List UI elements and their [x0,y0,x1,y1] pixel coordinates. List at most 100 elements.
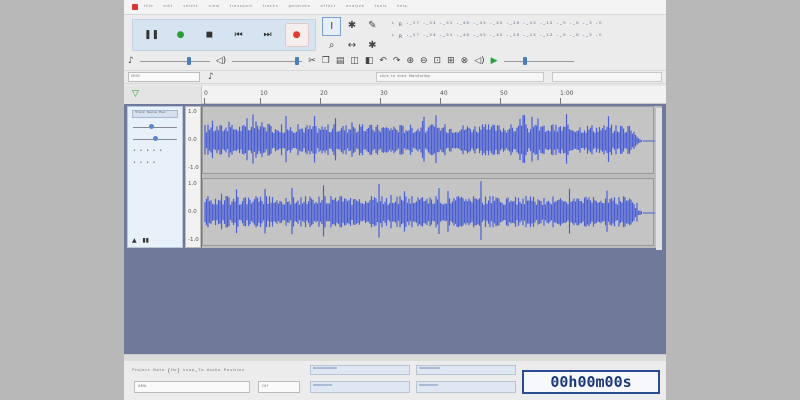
menu-effect[interactable]: ᵉᶠᶠᵉᶜᵗ [320,4,336,11]
zoom-tool-icon[interactable]: ⌕ [322,37,341,54]
pause-button[interactable]: ❚❚ [140,23,164,47]
speaker-icon: ◁) [215,56,227,66]
fit-project-icon[interactable]: ⊞ [447,56,455,66]
microphone-icon: ♪ [128,56,134,66]
menu-tracks[interactable]: ᵗʳᵃᶜᵏˢ [263,4,279,11]
playback-device-meter[interactable] [552,72,662,82]
waveform-right-channel[interactable] [202,178,655,246]
tracks-area: ᵀʳᵃᶜᵏ ᴺᵃᵐᵉ ᴿᵉᶜ • • • • • • • • • ▲ ▮▮ 1.… [124,104,666,354]
mixer-edit-toolbar: ♪ ◁) ✂ ❐ ▤ ◫ ◧ ↶ ↷ ⊕ ⊖ ⊡ ⊞ ⊗ ◁) ▶ [128,53,662,69]
redo-icon[interactable]: ↷ [393,56,401,66]
waveform-right [204,181,655,240]
copy-icon[interactable]: ❐ [322,56,330,66]
ruler-menu-icon[interactable]: ▽ [124,86,202,104]
waveform-left [204,114,655,164]
waveform-left-channel[interactable] [202,106,655,174]
skip-to-start-button[interactable]: ⏮ [227,23,251,47]
cut-icon[interactable]: ✂ [308,56,316,66]
trim-icon[interactable]: ◫ [350,56,359,66]
selection-end-field[interactable]: ᴵᴵᴵᴵᴵᴵᴵᴵᴵᴵᴵᴵᴵᴵᴵᴵᴵᴵᴵ [416,381,516,393]
undo-icon[interactable]: ↶ [379,56,387,66]
vertical-scale[interactable]: 1.0 0.0 -1.0 1.0 0.0 -1.0 [185,106,201,248]
track-info-text: • • • • • [133,148,164,154]
play-at-speed-slider[interactable] [503,56,574,66]
menu-analyze[interactable]: ᵃⁿᵃˡʸᶻᵉ [346,4,365,11]
menu-select[interactable]: ˢᵉˡᵉᶜᵗ [183,4,198,11]
menu-file[interactable]: ᴴⁱˡᵉ [144,4,153,11]
selection-toolbar: ᴾʳᵒʲᵉᶜᵗ ᴿᵃᵗᵉ (ᴴᶻ) ˢⁿᵃᵖ-ᵀᵒ ᴬᵘᵈⁱᵒ ᴾᵒˢⁱᵗⁱᵒⁿ… [124,354,666,400]
envelope-tool-icon[interactable]: ✱ [342,17,361,36]
scale-mid: 0.0 [188,137,197,143]
scale-bot: -1.0 [188,165,199,171]
time-display[interactable]: 00h00m00s [522,370,660,394]
timeline-ruler[interactable]: ▽ 0 10 20 30 40 50 1:00 [124,86,666,104]
snap-to-select[interactable]: ᴼᶠᶠ [258,381,300,393]
track-control-panel: ᵀʳᵃᶜᵏ ᴺᵃᵐᵉ ᴿᵉᶜ • • • • • • • • • ▲ ▮▮ [127,106,183,248]
selection-tool-icon[interactable]: I [322,17,342,36]
zoom-out-icon[interactable]: ⊖ [420,56,428,66]
selection-start-field[interactable]: ᴵᴵᴵᴵᴵᴵᴵᴵᴵᴵᴵᴵᴵᴵᴵᴵᴵᴵᴵ [310,381,410,393]
audio-position-field[interactable]: ᴵᴺᴵᴵᴵᴵᴵᴵᴵᴵᴵᴵᴵᴵᴵᴵᴵᴵᴵᴵᴵᴵ [310,365,410,375]
audacity-window: ᴴⁱˡᵉ ᵉᵈⁱᵗ ˢᵉˡᵉᶜᵗ ᵛⁱᵉʷ ᵗʳᵃⁿˢᵖᵒʳᵗ ᵗʳᵃᶜᵏˢ ᵍ… [124,0,666,400]
track-pan-slider[interactable] [133,136,177,142]
scale-bot-2: -1.0 [188,237,199,243]
menu-transport[interactable]: ᵗʳᵃⁿˢᵖᵒʳᵗ [230,4,253,11]
menu-tools[interactable]: ᵗᵒᵒˡˢ [375,4,387,11]
speaker-small-icon: ◁) [474,56,485,66]
menu-generate[interactable]: ᵍᵉⁿᵉʳᵃᵗᵉ [288,4,310,11]
play-at-speed-icon[interactable]: ▶ [491,56,498,66]
ruler-tick-20: 20 [320,90,328,104]
transport-toolbar: ❚❚ ● ◼ ⏮ ⏭ ● [132,19,316,51]
ruler-tick-30: 30 [380,90,388,104]
selection-labels: ᴾʳᵒʲᵉᶜᵗ ᴿᵃᵗᵉ (ᴴᶻ) ˢⁿᵃᵖ-ᵀᵒ ᴬᵘᵈⁱᵒ ᴾᵒˢⁱᵗⁱᵒⁿ [132,367,245,375]
menu-help[interactable]: ʰᵉˡᵖ [397,4,408,11]
menu-bar: ᴴⁱˡᵉ ᵉᵈⁱᵗ ˢᵉˡᵉᶜᵗ ᵛⁱᵉʷ ᵗʳᵃⁿˢᵖᵒʳᵗ ᵗʳᵃᶜᵏˢ ᵍ… [124,0,666,15]
stop-icon: ◼ [205,30,214,40]
play-icon: ● [176,30,185,40]
paste-icon[interactable]: ▤ [336,56,345,66]
project-rate-select[interactable]: ᴬᴹᴬ [134,381,250,393]
horizontal-scrollbar[interactable] [124,355,666,361]
ruler-tick-0: 0 [204,90,208,104]
toolbars: ❚❚ ● ◼ ⏮ ⏭ ● I ✱ ✎ ⌕ ↔ ✱ ᴸ ʀ ·-⁵⁷ ·-⁵⁴ ·… [124,15,666,70]
fit-selection-icon[interactable]: ⊡ [434,56,442,66]
track-gain-slider[interactable] [133,124,177,130]
scale-mid-2: 0.0 [188,209,197,215]
waveform-path [204,181,643,240]
playback-meter[interactable]: ᴸ ʀ ·-⁵⁷ ·-⁵⁴ ·-⁵¹ ·-⁴⁸ ·-⁴⁵ ·-⁴² ·-¹⁸ ·… [392,30,650,42]
scale-top: 1.0 [188,109,197,115]
audio-host-combo[interactable]: ᴹᴹᴱ [128,72,200,82]
ruler-tick-10: 10 [260,90,268,104]
device-mic-icon: ♪ [208,72,214,82]
silence-icon[interactable]: ◧ [365,56,374,66]
record-meter[interactable]: ᴸ ʀ ·-⁵⁷ ·-⁵⁴ ·-⁵¹ ·-⁴⁸ ·-⁴⁵ ·-⁴² ·-¹⁸ ·… [392,18,650,30]
playback-volume-slider[interactable] [232,56,303,66]
waveform-area[interactable] [202,106,662,250]
menu-view[interactable]: ᵛⁱᵉʷ [208,4,219,11]
vertical-scrollbar[interactable] [656,108,662,250]
skip-end-icon: ⏭ [263,30,272,40]
selection-start-label[interactable]: ᴵᴵᴵᴵᴵᴵᴵᴵᴵᴵᴵᴵᴵᴵᴵᴵᴵᴵᴵᴵᴵ [416,365,516,375]
waveform-path [204,114,643,164]
ruler-tick-100: 1:00 [560,90,574,104]
skip-to-end-button[interactable]: ⏭ [256,23,280,47]
track-collapse-icon[interactable]: ▲ ▮▮ [132,237,149,244]
recording-volume-slider[interactable] [139,56,210,66]
menu-edit[interactable]: ᵉᵈⁱᵗ [163,4,173,11]
recording-meter-hint[interactable]: ᶜˡⁱᶜᵏ ᵗᵒ ˢᵗᵃʳᵗ ᴹᵒⁿⁱᵗᵒʳⁱⁿᵍ [376,72,544,82]
meters-toolbar: ᴸ ʀ ·-⁵⁷ ·-⁵⁴ ·-⁵¹ ·-⁴⁸ ·-⁴⁵ ·-⁴² ·-¹⁸ ·… [392,18,650,42]
record-button[interactable]: ● [284,23,309,47]
device-toolbar: ᴹᴹᴱ ♪ ᶜˡⁱᶜᵏ ᵗᵒ ˢᵗᵃʳᵗ ᴹᵒⁿⁱᵗᵒʳⁱⁿᵍ [124,70,666,84]
tools-toolbar: I ✱ ✎ ⌕ ↔ ✱ [322,17,382,53]
record-icon: ● [292,30,301,40]
zoom-in-icon[interactable]: ⊕ [406,56,414,66]
play-button[interactable]: ● [169,23,193,47]
scale-top-2: 1.0 [188,181,197,187]
stop-button[interactable]: ◼ [198,23,222,47]
zoom-toggle-icon[interactable]: ⊗ [461,56,469,66]
multi-tool-icon[interactable]: ✱ [363,37,382,54]
timeshift-tool-icon[interactable]: ↔ [342,37,361,54]
track-info-text-2: • • • • [133,160,157,166]
draw-tool-icon[interactable]: ✎ [363,17,382,36]
track-name-menu[interactable]: ᵀʳᵃᶜᵏ ᴺᵃᵐᵉ ᴿᵉᶜ [132,110,178,118]
